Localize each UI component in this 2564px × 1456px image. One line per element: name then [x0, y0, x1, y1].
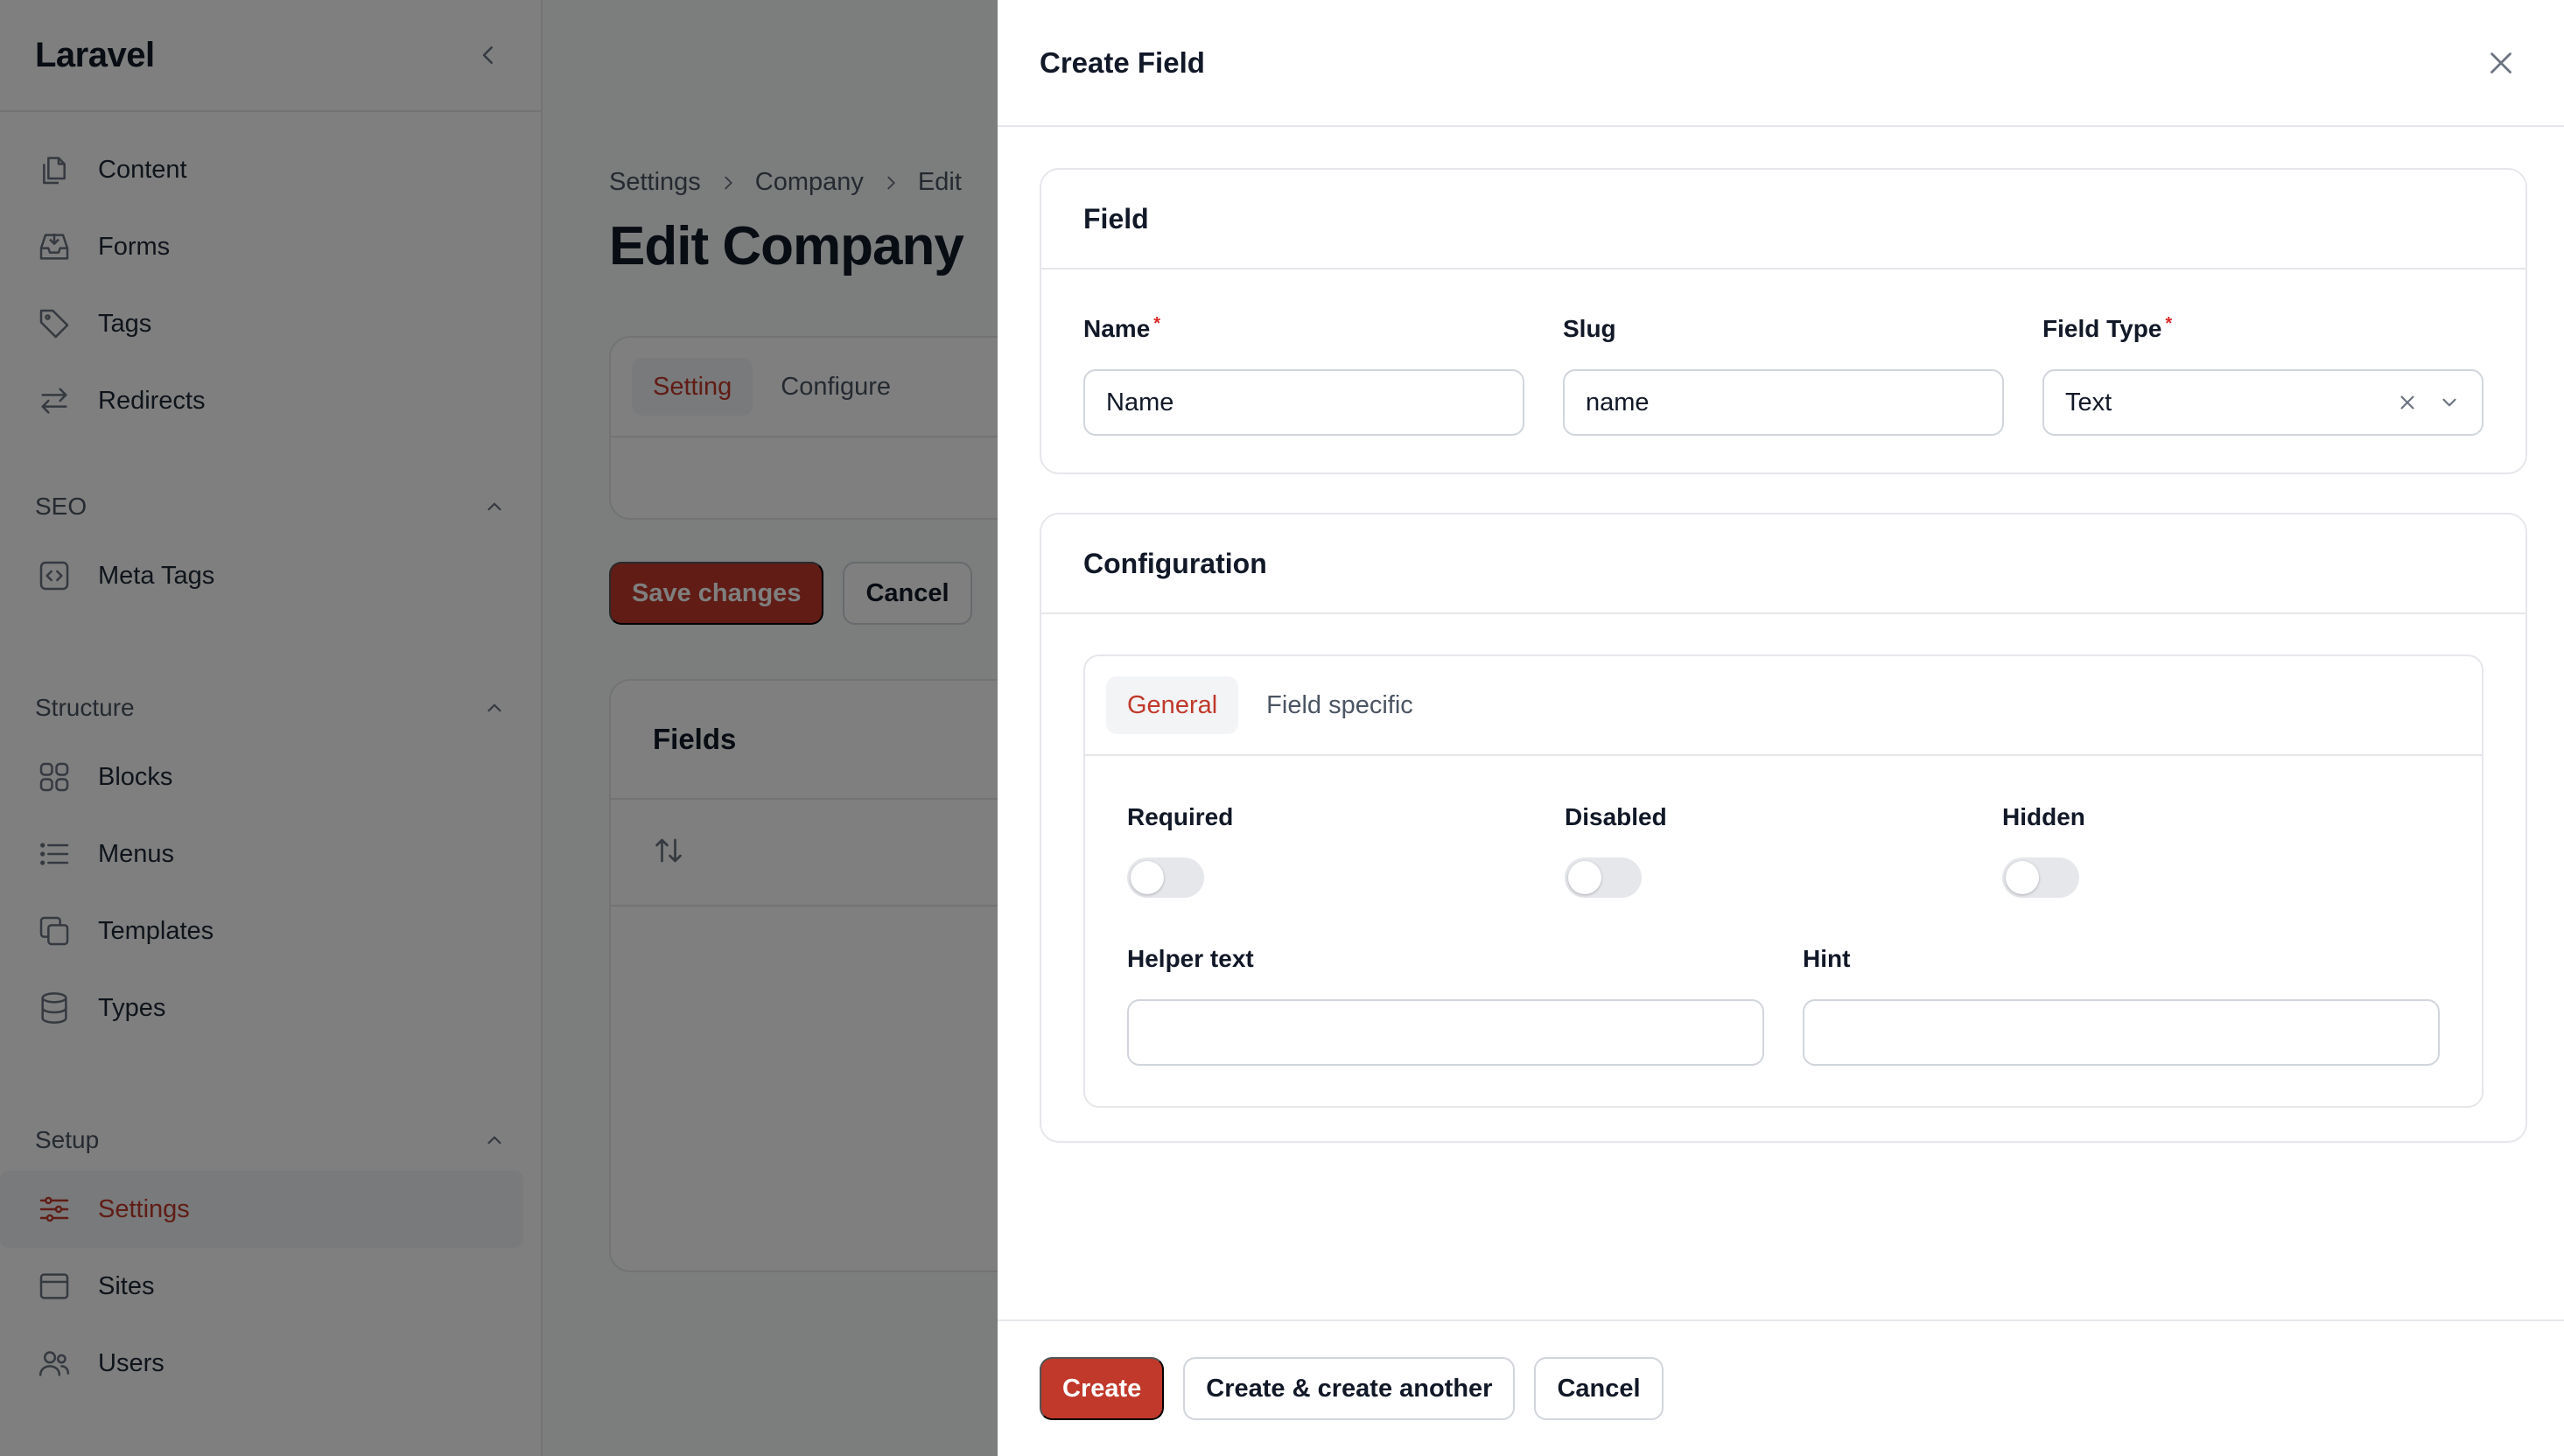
slug-field-group: Slug name: [1563, 315, 2004, 436]
hidden-label: Hidden: [2002, 803, 2085, 830]
disabled-toggle-group: Disabled: [1565, 803, 2002, 898]
name-field-group: Name * Name: [1083, 315, 1524, 436]
disabled-label: Disabled: [1565, 803, 1667, 830]
toggle-row: Required Disabled Hidden: [1085, 756, 2482, 898]
slug-label: Slug: [1563, 315, 1616, 342]
configuration-heading: Configuration: [1041, 514, 2525, 614]
field-section-heading: Field: [1041, 170, 2525, 270]
disabled-toggle[interactable]: [1565, 858, 1642, 898]
required-toggle-group: Required: [1127, 803, 1565, 898]
clear-icon[interactable]: [2396, 391, 2419, 414]
select-actions: [2396, 391, 2461, 414]
hint-group: Hint: [1803, 945, 2440, 1066]
field-type-group: Field Type * Text: [2042, 315, 2483, 436]
field-type-label-text: Field Type: [2042, 315, 2162, 342]
create-another-button[interactable]: Create & create another: [1183, 1357, 1516, 1420]
cancel-button[interactable]: Cancel: [1534, 1357, 1664, 1420]
name-label-text: Name: [1083, 315, 1151, 342]
configuration-tabs: General Field specific: [1085, 656, 2482, 756]
required-toggle[interactable]: [1127, 858, 1204, 898]
create-field-panel: Create Field Field Name * Name Slug name …: [998, 0, 2564, 1456]
name-input[interactable]: Name: [1083, 369, 1524, 436]
toggle-knob: [1131, 861, 1164, 894]
hidden-toggle-group: Hidden: [2002, 803, 2440, 898]
create-button[interactable]: Create: [1040, 1357, 1165, 1420]
required-marker: *: [1153, 314, 1161, 333]
panel-title: Create Field: [1040, 46, 1205, 79]
required-label: Required: [1127, 803, 1234, 830]
field-grid: Name * Name Slug name Field Type * Text: [1041, 270, 2525, 436]
hidden-toggle[interactable]: [2002, 858, 2079, 898]
close-icon[interactable]: [2480, 42, 2522, 84]
helper-text-label: Helper text: [1127, 945, 1254, 972]
toggle-knob: [2006, 861, 2039, 894]
toggle-knob: [1568, 861, 1601, 894]
field-type-value: Text: [2065, 388, 2112, 416]
tab-general[interactable]: General: [1106, 676, 1239, 734]
chevron-down-icon[interactable]: [2438, 391, 2461, 414]
configuration-tabs-container: General Field specific Required Disabled…: [1083, 654, 2483, 1108]
helper-text-group: Helper text: [1127, 945, 1764, 1066]
text-fields-row: Helper text Hint: [1085, 898, 2482, 1106]
configuration-section: Configuration General Field specific Req…: [1040, 513, 2527, 1143]
hint-input[interactable]: [1803, 999, 2440, 1066]
name-label: Name *: [1083, 315, 1524, 350]
field-section: Field Name * Name Slug name Field Type * T…: [1040, 168, 2527, 474]
panel-header: Create Field: [998, 0, 2564, 127]
required-marker: *: [2165, 314, 2173, 333]
helper-text-input[interactable]: [1127, 999, 1764, 1066]
field-type-select[interactable]: Text: [2042, 369, 2483, 436]
hint-label: Hint: [1803, 945, 1851, 972]
field-type-label: Field Type *: [2042, 315, 2483, 350]
tab-field-specific[interactable]: Field specific: [1245, 676, 1434, 734]
panel-footer: Create Create & create another Cancel: [998, 1320, 2564, 1456]
slug-input[interactable]: name: [1563, 369, 2004, 436]
